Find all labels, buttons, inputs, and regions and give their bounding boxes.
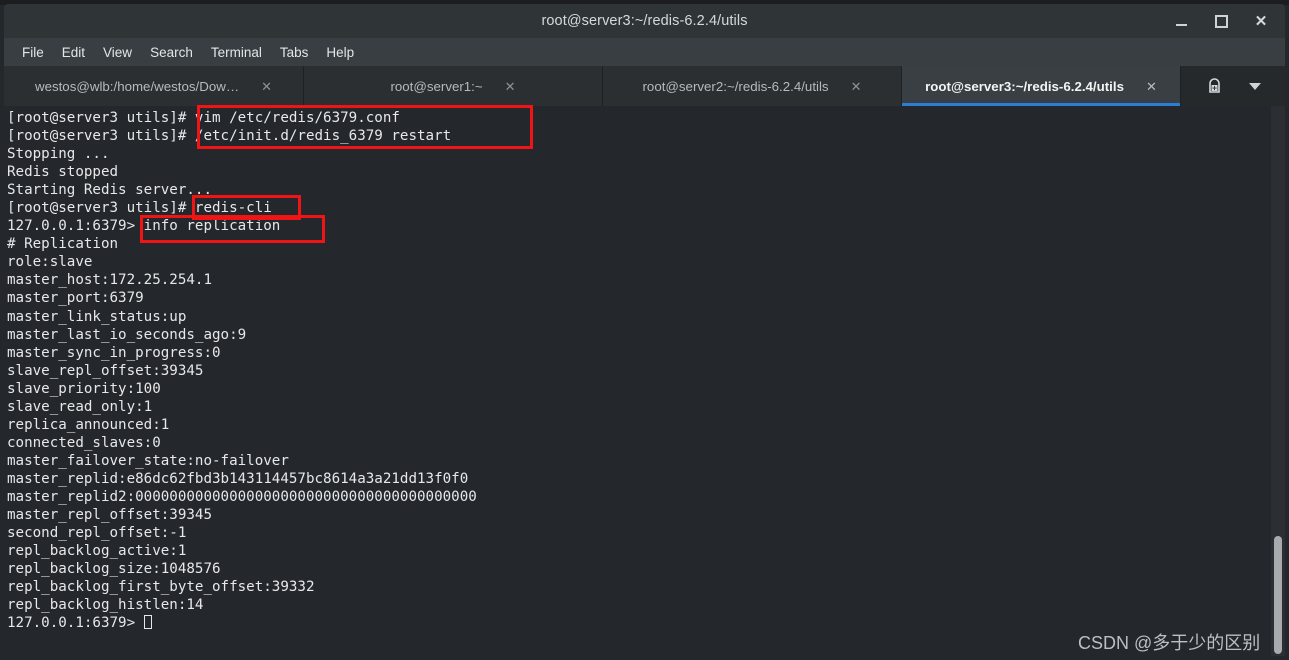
- terminal-line: 127.0.0.1:6379> info replication: [7, 218, 281, 235]
- menu-item-view[interactable]: View: [94, 42, 141, 63]
- terminal-line: [root@server3 utils]# /etc/init.d/redis_…: [7, 128, 452, 145]
- terminal-line: master_replid2:0000000000000000000000000…: [7, 488, 477, 505]
- tab-root-server2-redis-6-2-4-utils[interactable]: root@server2:~/redis-6.2.4/utils ✕: [603, 66, 902, 106]
- watermark: CSDN @多于少的区别: [1078, 633, 1261, 653]
- menu-item-terminal[interactable]: Terminal: [202, 42, 271, 63]
- terminal-cursor: [143, 615, 152, 630]
- maximize-icon: [1214, 14, 1228, 28]
- window-controls: ✕: [1171, 4, 1279, 38]
- tab-label: root@server3:~/redis-6.2.4/utils: [925, 78, 1124, 94]
- terminal-line: repl_backlog_first_byte_offset:39332: [7, 579, 315, 596]
- tab-close-icon[interactable]: ✕: [261, 80, 272, 93]
- close-button[interactable]: ✕: [1251, 11, 1271, 31]
- terminal-line: role:slave: [7, 254, 93, 271]
- terminal-line: [root@server3 utils]# redis-cli: [7, 200, 272, 217]
- menu-item-edit[interactable]: Edit: [53, 42, 94, 63]
- terminal-scrollbar-thumb[interactable]: [1274, 536, 1282, 654]
- terminal-line: master_failover_state:no-failover: [7, 452, 289, 469]
- tab-root-server1[interactable]: root@server1:~ ✕: [304, 66, 603, 106]
- terminal-line: replica_announced:1: [7, 416, 170, 433]
- minimize-button[interactable]: [1171, 11, 1191, 31]
- terminal-line: slave_repl_offset:39345: [7, 362, 204, 379]
- terminal-line: master_sync_in_progress:0: [7, 344, 221, 361]
- terminal-output-area[interactable]: [root@server3 utils]# vim /etc/redis/637…: [4, 106, 1285, 656]
- tab-label: root@server2:~/redis-6.2.4/utils: [642, 78, 829, 94]
- terminal-line: Starting Redis server...: [7, 182, 212, 199]
- chevron-down-icon[interactable]: [1248, 82, 1261, 90]
- terminal-window: root@server3:~/redis-6.2.4/utils ✕ File E…: [0, 0, 1289, 660]
- menubar: File Edit View Search Terminal Tabs Help: [4, 38, 1285, 66]
- terminal-line: Stopping ...: [7, 146, 110, 163]
- terminal-scrollbar-track[interactable]: [1271, 106, 1285, 656]
- terminal-line: master_last_io_seconds_ago:9: [7, 326, 247, 343]
- tab-label: root@server1:~: [390, 78, 483, 94]
- tab-label: westos@wlb:/home/westos/Dow…: [34, 78, 240, 94]
- tab-close-icon[interactable]: ✕: [1146, 80, 1157, 93]
- menu-item-help[interactable]: Help: [317, 42, 363, 63]
- terminal-line: master_host:172.25.254.1: [7, 272, 212, 289]
- terminal-line: master_port:6379: [7, 290, 144, 307]
- window-title: root@server3:~/redis-6.2.4/utils: [541, 13, 748, 29]
- terminal-line: repl_backlog_histlen:14: [7, 597, 204, 614]
- terminal-line: # Replication: [7, 236, 119, 253]
- terminal-line: connected_slaves:0: [7, 434, 161, 451]
- terminal-prompt: 127.0.0.1:6379>: [7, 615, 144, 632]
- terminal-text: [root@server3 utils]# vim /etc/redis/637…: [7, 109, 477, 632]
- tab-close-icon[interactable]: ✕: [505, 80, 516, 93]
- terminal-line: repl_backlog_active:1: [7, 543, 187, 560]
- terminal-line: slave_priority:100: [7, 380, 161, 397]
- maximize-button[interactable]: [1211, 11, 1231, 31]
- tabbar-actions: [1181, 66, 1285, 106]
- terminal-line: master_repl_offset:39345: [7, 507, 212, 524]
- terminal-prompt-line: 127.0.0.1:6379>: [7, 614, 477, 632]
- close-icon: ✕: [1254, 12, 1268, 30]
- minimize-icon: [1175, 23, 1187, 26]
- menu-item-file[interactable]: File: [13, 42, 53, 63]
- tab-close-icon[interactable]: ✕: [851, 80, 862, 93]
- terminal-line: [root@server3 utils]# vim /etc/redis/637…: [7, 110, 400, 126]
- terminal-line: second_repl_offset:-1: [7, 525, 187, 542]
- tab-westos-wlb-home-westos-dow[interactable]: westos@wlb:/home/westos/Dow… ✕: [4, 66, 304, 106]
- terminal-line: Redis stopped: [7, 164, 119, 181]
- terminal-line: repl_backlog_size:1048576: [7, 561, 221, 578]
- tabbar: westos@wlb:/home/westos/Dow… ✕ root@server…: [4, 66, 1285, 106]
- terminal-line: master_replid:e86dc62fbd3b143114457bc861…: [7, 470, 469, 487]
- new-tab-icon[interactable]: [1206, 77, 1223, 95]
- menu-item-tabs[interactable]: Tabs: [271, 42, 318, 63]
- window-titlebar: root@server3:~/redis-6.2.4/utils ✕: [4, 4, 1285, 38]
- terminal-line: slave_read_only:1: [7, 398, 153, 415]
- tab-root-server3-redis-6-2-4-utils[interactable]: root@server3:~/redis-6.2.4/utils ✕: [902, 66, 1181, 106]
- terminal-line: master_link_status:up: [7, 308, 187, 325]
- menu-item-search[interactable]: Search: [141, 42, 202, 63]
